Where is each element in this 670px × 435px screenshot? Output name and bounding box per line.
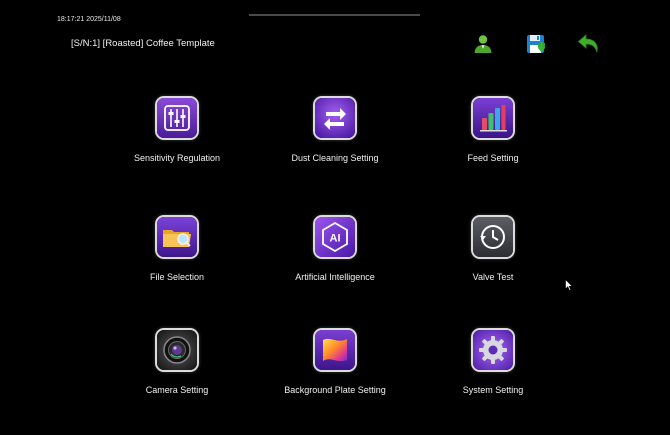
tile-valve-test[interactable]: Valve Test [428, 215, 558, 305]
tile-artificial-intelligence[interactable]: AI Artificial Intelligence [270, 215, 400, 305]
gear-icon [473, 330, 513, 370]
user-button[interactable] [471, 32, 495, 56]
tile-label: Feed Setting [467, 153, 519, 163]
tile-label: Valve Test [472, 272, 514, 282]
tile-background-plate-setting[interactable]: Background Plate Setting [270, 328, 400, 418]
tile-label: Background Plate Setting [284, 385, 386, 395]
tile-label: Dust Cleaning Setting [291, 153, 379, 163]
mouse-cursor-icon [565, 279, 573, 291]
tile-label: System Setting [462, 385, 524, 395]
tile-file-selection[interactable]: File Selection [112, 215, 242, 305]
save-icon [527, 35, 546, 53]
tile-dust-cleaning-setting[interactable]: Dust Cleaning Setting [270, 96, 400, 186]
color-plate-icon [315, 330, 355, 370]
tile-camera-setting[interactable]: Camera Setting [112, 328, 242, 418]
tile-feed-setting[interactable]: Feed Setting [428, 96, 558, 186]
tile-sensitivity-regulation[interactable]: Sensitivity Regulation [112, 96, 242, 186]
refresh-arrows-icon [315, 98, 355, 138]
bar-chart-icon [473, 98, 513, 138]
tile-label: File Selection [149, 272, 205, 282]
folder-search-icon [157, 217, 197, 257]
tile-label: Artificial Intelligence [295, 272, 375, 282]
top-divider [249, 14, 420, 16]
page-title: [S/N:1] [Roasted] Coffee Template [71, 38, 215, 49]
tile-system-setting[interactable]: System Setting [428, 328, 558, 418]
ai-chip-icon: AI [315, 217, 355, 257]
tile-label: Sensitivity Regulation [133, 153, 221, 163]
tile-label: Camera Setting [145, 385, 209, 395]
sliders-icon [157, 98, 197, 138]
timestamp: 18:17:21 2025/11/08 [57, 16, 121, 23]
history-clock-icon [473, 217, 513, 257]
camera-lens-icon [157, 330, 197, 370]
user-icon [474, 35, 492, 53]
svg-text:AI: AI [330, 233, 341, 245]
back-button[interactable] [577, 32, 601, 56]
back-arrow-icon [577, 34, 598, 53]
save-button[interactable] [524, 32, 548, 56]
